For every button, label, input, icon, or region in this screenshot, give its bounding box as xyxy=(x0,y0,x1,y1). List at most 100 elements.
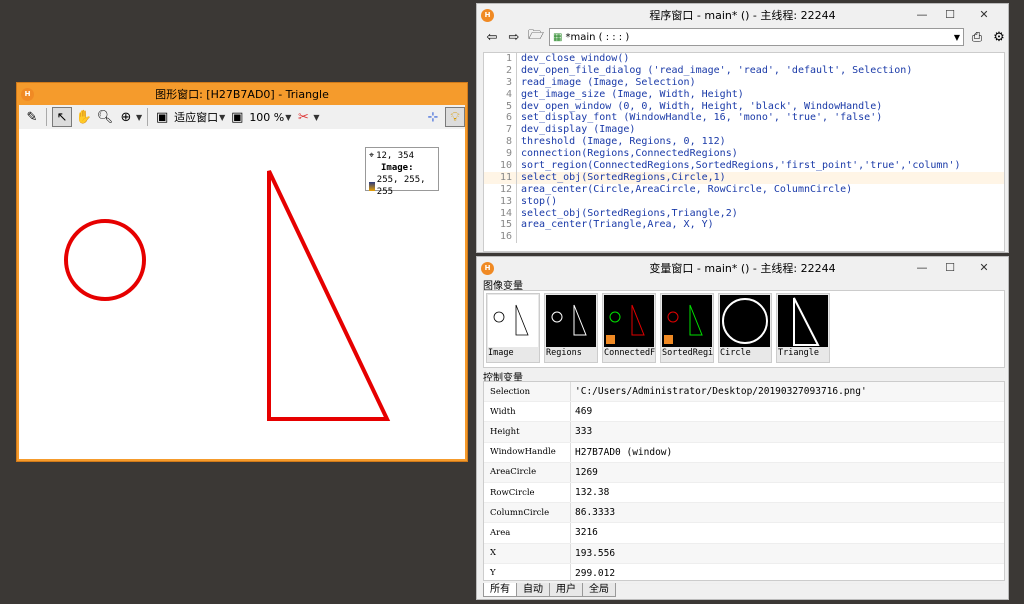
code-line[interactable]: 4 get_image_size (Image, Width, Height) xyxy=(484,88,1004,101)
triangle-shape xyxy=(267,170,391,421)
fit-window-label[interactable]: 适应窗口 xyxy=(174,109,218,125)
variable-row[interactable]: Y 299.012 xyxy=(484,563,1004,584)
zoom-icon[interactable]: ▣ xyxy=(228,108,246,126)
hand-icon[interactable]: ✋ xyxy=(75,108,93,126)
code-line[interactable]: 1 dev_close_window() xyxy=(484,53,1004,65)
code-line[interactable]: 7 dev_display (Image) xyxy=(484,124,1004,137)
maximize-button[interactable]: ☐ xyxy=(936,260,964,276)
code-line[interactable]: 2 dev_open_file_dialog ('read_image', 're… xyxy=(484,64,1004,77)
zoom-level[interactable]: 100 % xyxy=(249,111,284,124)
maximize-button[interactable]: ☐ xyxy=(936,7,964,23)
variable-row[interactable]: ColumnCircle 86.3333 xyxy=(484,503,1004,524)
separator xyxy=(46,108,47,126)
line-number: 14 xyxy=(499,207,512,219)
variable-row[interactable]: AreaCircle 1269 xyxy=(484,462,1004,483)
procedure-icon: ▦ xyxy=(553,31,563,43)
separator xyxy=(147,108,149,126)
variable-value: 193.556 xyxy=(570,543,615,563)
program-toolbar: ⇦ ⇨ 🗁 ▦ *main ( : : : ) ▼ ⎙ ⚙ xyxy=(477,26,1008,48)
variable-row[interactable]: Selection 'C:/Users/Administrator/Desktop… xyxy=(484,382,1004,403)
minimize-button[interactable]: — xyxy=(908,260,936,276)
tab-auto[interactable]: 自动 xyxy=(516,583,550,597)
graphics-window[interactable]: H 图形窗口: [H27B7AD0] - Triangle ✎ ↖ ✋ 🔍︎ ⊕… xyxy=(16,82,468,462)
gutter xyxy=(516,231,521,244)
magnifier-icon[interactable]: 🔍︎ xyxy=(96,108,114,126)
thumbnail-connected-regions[interactable]: ConnectedF xyxy=(602,293,656,363)
tab-all[interactable]: 所有 xyxy=(483,583,517,597)
variable-window[interactable]: H 变量窗口 - main* () - 主线程: 22244 — ☐ ✕ 图像变… xyxy=(476,256,1009,600)
circle-shape xyxy=(64,219,146,301)
line-number: 13 xyxy=(499,195,512,207)
tab-global[interactable]: 全局 xyxy=(582,583,616,597)
code-text: area_center(Triangle,Area, X, Y) xyxy=(521,219,714,231)
variable-name: Width xyxy=(490,406,516,417)
chevron-down-icon[interactable]: ▼ xyxy=(285,113,291,122)
close-button[interactable]: ✕ xyxy=(964,7,1004,23)
tab-user[interactable]: 用户 xyxy=(549,583,583,597)
pointer-icon[interactable]: ↖ xyxy=(52,107,72,127)
zoom-in-icon[interactable]: ⊕ xyxy=(117,108,135,126)
print-icon[interactable]: ⎙ xyxy=(968,28,986,46)
program-window[interactable]: H 程序窗口 - main* () - 主线程: 22244 — ☐ ✕ ⇦ ⇨… xyxy=(476,3,1009,253)
variable-window-titlebar[interactable]: H 变量窗口 - main* () - 主线程: 22244 — ☐ ✕ xyxy=(477,257,1008,279)
color-tool-icon[interactable]: ✂ xyxy=(294,108,312,126)
code-text: area_center(Circle,AreaCircle, RowCircle… xyxy=(521,183,853,195)
code-line[interactable]: 5 dev_open_window (0, 0, Width, Height, '… xyxy=(484,100,1004,113)
program-window-titlebar[interactable]: H 程序窗口 - main* () - 主线程: 22244 — ☐ ✕ xyxy=(477,4,1008,26)
chevron-down-icon[interactable]: ▼ xyxy=(313,113,319,122)
code-line[interactable]: 12 area_center(Circle,AreaCircle, RowCirc… xyxy=(484,183,1004,196)
thumbnail-image[interactable]: Image xyxy=(486,293,540,363)
forward-arrow-icon[interactable]: ⇨ xyxy=(505,28,523,46)
thumbnail-sorted-regions[interactable]: SortedRegi xyxy=(660,293,714,363)
procedure-select[interactable]: ▦ *main ( : : : ) ▼ xyxy=(549,28,964,46)
code-line[interactable]: 6 set_display_font (WindowHandle, 16, 'mo… xyxy=(484,112,1004,125)
code-line[interactable]: 14 select_obj(SortedRegions,Triangle,2) xyxy=(484,207,1004,220)
variable-name: Selection xyxy=(490,386,531,397)
chevron-down-icon[interactable]: ▼ xyxy=(136,113,142,122)
fit-window-icon[interactable]: ▣ xyxy=(153,108,171,126)
line-number: 6 xyxy=(505,112,512,124)
thumbnail-label: Image xyxy=(488,348,514,358)
code-text: stop() xyxy=(521,195,558,207)
thumbnail-preview xyxy=(604,295,654,347)
back-arrow-icon[interactable]: ⇦ xyxy=(483,28,501,46)
minimize-button[interactable]: — xyxy=(908,7,936,23)
variable-name: Y xyxy=(490,568,496,579)
variable-row[interactable]: X 193.556 xyxy=(484,543,1004,564)
close-button[interactable]: ✕ xyxy=(964,260,1004,276)
color-swatch-icon xyxy=(369,181,375,191)
variable-row[interactable]: Area 3216 xyxy=(484,523,1004,544)
image-canvas[interactable]: ⌖ 12, 354 Image: 255, 255, 255 xyxy=(19,129,465,459)
variable-row[interactable]: WindowHandle H27B7AD0 (window) xyxy=(484,442,1004,463)
axes-icon[interactable]: ⊹ xyxy=(424,108,442,126)
variable-name: Area xyxy=(490,527,511,538)
variable-row[interactable]: Height 333 xyxy=(484,422,1004,443)
lightbulb-icon[interactable]: 💡︎ xyxy=(445,107,465,127)
code-editor[interactable]: 1 dev_close_window() 2 dev_open_file_dialog… xyxy=(483,52,1005,252)
variable-name: Height xyxy=(490,426,520,437)
code-line[interactable]: 8 threshold (Image, Regions, 0, 112) xyxy=(484,136,1004,149)
variable-row[interactable]: Width 469 xyxy=(484,402,1004,423)
line-number: 12 xyxy=(499,183,512,195)
folder-icon[interactable]: 🗁 xyxy=(527,28,545,46)
code-line[interactable]: 13 stop() xyxy=(484,195,1004,208)
code-text: dev_open_window (0, 0, Width, Height, 'b… xyxy=(521,100,883,112)
settings-icon[interactable]: ⚙ xyxy=(990,28,1008,46)
edit-icon[interactable]: ✎ xyxy=(23,108,41,126)
code-line[interactable]: 16 xyxy=(484,231,1004,244)
thumbnail-regions[interactable]: Regions xyxy=(544,293,598,363)
variable-value: H27B7AD0 (window) xyxy=(570,442,672,462)
code-line[interactable]: 3 read_image (Image, Selection) xyxy=(484,76,1004,89)
code-line[interactable]: 15 area_center(Triangle,Area, X, Y) xyxy=(484,219,1004,232)
line-number: 11 xyxy=(499,171,512,183)
variable-row[interactable]: RowCircle 132.38 xyxy=(484,482,1004,504)
code-line[interactable]: 9 connection(Regions,ConnectedRegions) xyxy=(484,148,1004,161)
graphics-window-titlebar[interactable]: H 图形窗口: [H27B7AD0] - Triangle xyxy=(17,83,467,105)
chevron-down-icon[interactable]: ▼ xyxy=(219,113,225,122)
code-lines: 1 dev_close_window() 2 dev_open_file_dialog… xyxy=(484,53,1004,244)
code-line[interactable]: 10 sort_region(ConnectedRegions,SortedReg… xyxy=(484,160,1004,172)
pixel-info-tooltip: ⌖ 12, 354 Image: 255, 255, 255 xyxy=(365,147,439,197)
thumbnail-triangle[interactable]: Triangle xyxy=(776,293,830,363)
thumbnail-circle[interactable]: Circle xyxy=(718,293,772,363)
code-line[interactable]: 11 select_obj(SortedRegions,Circle,1) xyxy=(484,171,1004,184)
